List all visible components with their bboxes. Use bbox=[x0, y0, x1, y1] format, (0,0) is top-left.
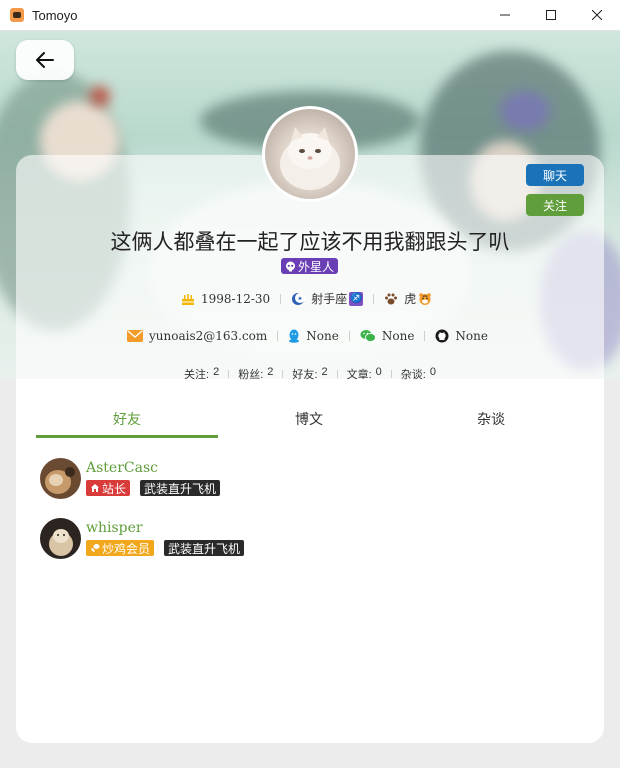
stat-value: 0 bbox=[429, 366, 436, 378]
role-badge: 外星人 bbox=[281, 258, 339, 274]
mail-icon bbox=[127, 330, 143, 342]
friend-avatar-image bbox=[40, 518, 81, 559]
friend-name[interactable]: whisper bbox=[86, 520, 143, 536]
app-icon bbox=[10, 8, 24, 22]
role-label: 外星人 bbox=[298, 259, 335, 274]
profile-username: 这俩人都叠在一起了应该不用我翻跟头了叭 bbox=[110, 231, 510, 254]
friend-role-label: 站长 bbox=[102, 481, 127, 496]
stat-value: 2 bbox=[267, 366, 274, 378]
stat-label: 粉丝: bbox=[238, 369, 264, 381]
qq-item: None bbox=[288, 329, 339, 343]
friend-list-item[interactable]: AsterCasc 站长 武装直升飞机 bbox=[40, 458, 340, 500]
divider bbox=[280, 293, 282, 304]
paw-icon bbox=[385, 293, 398, 304]
friend-title-badge: 武装直升飞机 bbox=[140, 480, 221, 496]
qq-value: None bbox=[306, 329, 339, 343]
cake-icon bbox=[182, 293, 194, 305]
chat-button[interactable]: 聊天 bbox=[526, 164, 584, 186]
stat-label: 杂谈: bbox=[400, 369, 426, 381]
maximize-button[interactable] bbox=[528, 0, 574, 31]
friend-avatar-image bbox=[40, 458, 81, 499]
email-value: yunoais2@163.com bbox=[149, 329, 268, 343]
skull-icon bbox=[286, 261, 295, 271]
cat-avatar-image bbox=[280, 127, 340, 190]
info-row-contact: yunoais2@163.com None None None bbox=[127, 329, 488, 343]
wechat-value: None bbox=[381, 329, 415, 343]
stat-articles[interactable]: 文章: 0 bbox=[347, 366, 382, 382]
github-value: None bbox=[455, 329, 488, 343]
friend-avatar[interactable] bbox=[40, 518, 81, 559]
birthday-item: 1998-12-30 bbox=[181, 292, 270, 306]
friend-name[interactable]: AsterCasc bbox=[86, 460, 158, 476]
birthday-value: 1998-12-30 bbox=[201, 291, 271, 306]
divider bbox=[348, 331, 350, 341]
back-button[interactable] bbox=[16, 40, 74, 80]
friend-role-badge: 炒鸡会员 bbox=[86, 540, 155, 556]
email-item: yunoais2@163.com bbox=[127, 329, 267, 343]
wechat-icon bbox=[360, 330, 376, 342]
minimize-icon bbox=[500, 14, 510, 16]
divider bbox=[373, 293, 375, 304]
stat-label: 关注: bbox=[184, 369, 210, 381]
divider bbox=[277, 331, 279, 341]
maximize-icon bbox=[546, 10, 556, 20]
chinese-zodiac-item: 虎 bbox=[384, 290, 432, 307]
minimize-button[interactable] bbox=[482, 0, 528, 31]
follow-button[interactable]: 关注 bbox=[526, 194, 584, 216]
zodiac-value: 射手座 bbox=[311, 292, 348, 306]
title-bar: Tomoyo bbox=[0, 0, 620, 31]
github-item: None bbox=[435, 329, 488, 343]
stat-value: 2 bbox=[321, 366, 328, 378]
zodiac-symbol-icon: ♐ bbox=[349, 291, 364, 306]
profile-tabs: 好友 博文 杂谈 bbox=[36, 400, 582, 438]
friend-avatar[interactable] bbox=[40, 458, 81, 499]
stat-following[interactable]: 关注: 2 bbox=[184, 366, 219, 382]
divider bbox=[424, 331, 426, 341]
house-icon bbox=[91, 484, 99, 492]
tiger-icon bbox=[419, 292, 432, 305]
chinese-zodiac-value: 虎 bbox=[404, 292, 417, 306]
window-title: Tomoyo bbox=[32, 7, 78, 23]
friend-title-badge: 武装直升飞机 bbox=[164, 540, 245, 556]
qq-icon bbox=[289, 329, 300, 343]
tab-posts[interactable]: 博文 bbox=[218, 400, 400, 438]
arrow-left-icon bbox=[36, 52, 54, 68]
stats-row: 关注: 2 粉丝: 2 好友: 2 文章: 0 杂谈: 0 bbox=[0, 366, 620, 382]
user-avatar bbox=[262, 106, 358, 202]
friend-list-item[interactable]: whisper 炒鸡会员 武装直升飞机 bbox=[40, 518, 340, 560]
drumstick-icon bbox=[90, 544, 100, 553]
moon-star-icon bbox=[292, 292, 306, 305]
friend-role-badge: 站长 bbox=[86, 480, 131, 496]
divider bbox=[228, 370, 230, 378]
divider bbox=[282, 370, 284, 378]
divider bbox=[390, 370, 392, 378]
info-row-basic: 1998-12-30 射手座 ♐ 虎 bbox=[181, 290, 432, 307]
wechat-item: None bbox=[360, 329, 415, 343]
stat-friends[interactable]: 好友: 2 bbox=[292, 366, 327, 382]
close-icon bbox=[592, 10, 602, 20]
stat-value: 2 bbox=[213, 366, 220, 378]
friend-role-label: 炒鸡会员 bbox=[102, 541, 151, 556]
tab-chats[interactable]: 杂谈 bbox=[400, 400, 582, 438]
stat-chats[interactable]: 杂谈: 0 bbox=[401, 366, 436, 382]
stat-value: 0 bbox=[375, 366, 382, 378]
close-button[interactable] bbox=[574, 0, 620, 31]
tab-friends[interactable]: 好友 bbox=[36, 400, 218, 438]
github-icon bbox=[435, 329, 449, 343]
stat-label: 好友: bbox=[292, 369, 318, 381]
zodiac-item: 射手座 ♐ bbox=[291, 290, 364, 307]
stat-followers[interactable]: 粉丝: 2 bbox=[238, 366, 273, 382]
stat-label: 文章: bbox=[346, 369, 372, 381]
divider bbox=[336, 370, 338, 378]
